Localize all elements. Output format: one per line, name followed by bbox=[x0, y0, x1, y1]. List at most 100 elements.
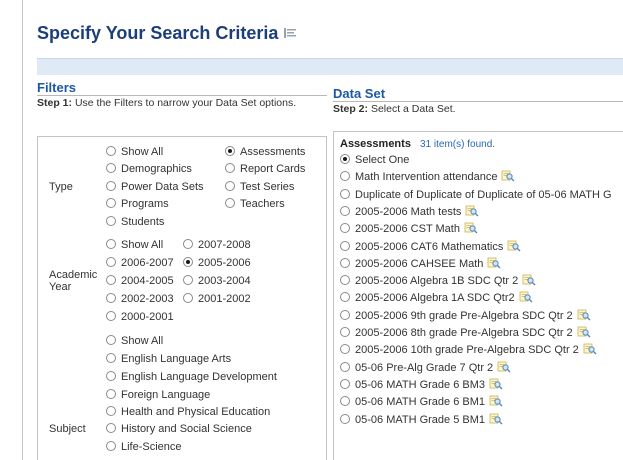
dataset-item[interactable]: 2005-2006 Algebra 1A SDC Qtr2 bbox=[340, 290, 533, 306]
radio-button[interactable] bbox=[106, 275, 116, 285]
radio-button[interactable] bbox=[340, 413, 350, 424]
radio-button[interactable] bbox=[106, 389, 116, 399]
radio-button[interactable] bbox=[106, 406, 116, 416]
dataset-item[interactable]: 2005-2006 CAT6 Mathematics bbox=[340, 239, 521, 255]
radio-button[interactable] bbox=[340, 309, 350, 320]
dataset-item[interactable]: 05-06 MATH Grade 6 BM1 bbox=[340, 394, 503, 410]
type-option-programs[interactable]: Programs bbox=[106, 198, 169, 210]
dataset-item[interactable]: 05-06 Pre-Alg Grade 7 Qtr 2 bbox=[340, 360, 511, 376]
type-option-demographics[interactable]: Demographics bbox=[106, 163, 192, 175]
radio-button[interactable] bbox=[225, 146, 235, 156]
magnifier-note-icon[interactable] bbox=[577, 326, 591, 338]
radio-button[interactable] bbox=[106, 146, 116, 156]
radio-button[interactable] bbox=[106, 353, 116, 363]
radio-button[interactable] bbox=[106, 216, 116, 226]
dataset-item[interactable]: 2005-2006 8th grade Pre-Algebra SDC Qtr … bbox=[340, 325, 591, 341]
radio-button[interactable] bbox=[340, 275, 350, 286]
radio-button[interactable] bbox=[106, 181, 116, 191]
radio-button[interactable] bbox=[106, 163, 116, 173]
magnifier-note-icon[interactable] bbox=[507, 240, 521, 252]
radio-button[interactable] bbox=[106, 441, 116, 451]
radio-button[interactable] bbox=[106, 423, 116, 433]
subject-option-foreign-language[interactable]: Foreign Language bbox=[106, 389, 210, 401]
year-option-2002-2003[interactable]: 2002-2003 bbox=[106, 293, 174, 305]
radio-button[interactable] bbox=[106, 198, 116, 208]
radio-button[interactable] bbox=[106, 335, 116, 345]
magnifier-note-icon[interactable] bbox=[522, 274, 536, 286]
magnifier-note-icon[interactable] bbox=[577, 309, 591, 321]
radio-button[interactable] bbox=[340, 223, 350, 234]
year-option-2001-2002[interactable]: 2001-2002 bbox=[183, 293, 251, 305]
type-option-report-cards[interactable]: Report Cards bbox=[225, 163, 305, 175]
dataset-item[interactable]: 2005-2006 CAHSEE Math bbox=[340, 256, 501, 272]
radio-button[interactable] bbox=[340, 205, 350, 216]
radio-button[interactable] bbox=[106, 371, 116, 381]
subject-option-show-all[interactable]: Show All bbox=[106, 335, 163, 347]
dataset-item-label: 2005-2006 CST Math bbox=[355, 223, 460, 236]
year-option-2007-2008[interactable]: 2007-2008 bbox=[183, 239, 251, 251]
dataset-item[interactable]: 2005-2006 Algebra 1B SDC Qtr 2 bbox=[340, 273, 536, 289]
year-option-2003-2004[interactable]: 2003-2004 bbox=[183, 275, 251, 287]
radio-button[interactable] bbox=[106, 239, 116, 249]
radio-button[interactable] bbox=[340, 171, 350, 182]
type-option-show-all[interactable]: Show All bbox=[106, 146, 163, 158]
dataset-item-label: 2005-2006 9th grade Pre-Algebra SDC Qtr … bbox=[355, 309, 573, 322]
radio-button[interactable] bbox=[225, 198, 235, 208]
dataset-item[interactable]: 05-06 MATH Grade 5 BM1 bbox=[340, 412, 503, 428]
magnifier-note-icon[interactable] bbox=[501, 170, 515, 182]
magnifier-note-icon[interactable] bbox=[465, 205, 479, 217]
radio-button[interactable] bbox=[340, 257, 350, 268]
radio-button[interactable] bbox=[183, 293, 193, 303]
type-option-students[interactable]: Students bbox=[106, 216, 164, 228]
year-option-2005-2006[interactable]: 2005-2006 bbox=[183, 257, 251, 269]
radio-button[interactable] bbox=[340, 188, 350, 199]
subject-option-english-language-arts[interactable]: English Language Arts bbox=[106, 353, 231, 365]
type-option-power-data-sets[interactable]: Power Data Sets bbox=[106, 181, 204, 193]
dataset-item[interactable]: Duplicate of Duplicate of Duplicate of 0… bbox=[340, 187, 612, 203]
dataset-item[interactable]: 2005-2006 10th grade Pre-Algebra SDC Qtr… bbox=[340, 342, 597, 358]
radio-button[interactable] bbox=[183, 239, 193, 249]
year-option-2000-2001[interactable]: 2000-2001 bbox=[106, 311, 174, 323]
dataset-item[interactable]: Math Intervention attendance bbox=[340, 169, 515, 185]
type-option-assessments[interactable]: Assessments bbox=[225, 146, 305, 158]
radio-button[interactable] bbox=[340, 344, 350, 355]
radio-button[interactable] bbox=[183, 275, 193, 285]
radio-button[interactable] bbox=[340, 361, 350, 372]
radio-button[interactable] bbox=[183, 257, 193, 267]
radio-button[interactable] bbox=[340, 327, 350, 337]
radio-button[interactable] bbox=[340, 154, 350, 164]
magnifier-note-icon[interactable] bbox=[487, 257, 501, 269]
magnifier-note-icon[interactable] bbox=[519, 291, 533, 303]
year-option-2004-2005[interactable]: 2004-2005 bbox=[106, 275, 174, 287]
radio-button[interactable] bbox=[225, 163, 235, 173]
subject-option-english-language-development[interactable]: English Language Development bbox=[106, 371, 277, 383]
radio-button[interactable] bbox=[340, 292, 350, 303]
radio-button[interactable] bbox=[340, 396, 350, 407]
radio-button[interactable] bbox=[340, 240, 350, 251]
year-option-show-all[interactable]: Show All bbox=[106, 239, 163, 251]
radio-button[interactable] bbox=[340, 378, 350, 389]
dataset-item[interactable]: 2005-2006 CST Math bbox=[340, 221, 478, 237]
dataset-item-label: 2005-2006 8th grade Pre-Algebra SDC Qtr … bbox=[355, 327, 573, 339]
dataset-item[interactable]: 2005-2006 Math tests bbox=[340, 204, 479, 220]
radio-button[interactable] bbox=[225, 181, 235, 191]
dataset-item[interactable]: 05-06 MATH Grade 6 BM3 bbox=[340, 377, 503, 393]
subject-option-life-science[interactable]: Life-Science bbox=[106, 441, 182, 453]
magnifier-note-icon[interactable] bbox=[489, 413, 503, 425]
dataset-item[interactable]: 2005-2006 9th grade Pre-Algebra SDC Qtr … bbox=[340, 308, 591, 324]
type-option-teachers[interactable]: Teachers bbox=[225, 198, 285, 210]
subject-option-health-and-physical-education[interactable]: Health and Physical Education bbox=[106, 406, 270, 418]
subject-option-history-and-social-science[interactable]: History and Social Science bbox=[106, 423, 252, 435]
magnifier-note-icon[interactable] bbox=[583, 343, 597, 355]
type-option-test-series[interactable]: Test Series bbox=[225, 181, 294, 193]
magnifier-note-icon[interactable] bbox=[497, 361, 511, 373]
magnifier-note-icon[interactable] bbox=[489, 378, 503, 390]
magnifier-note-icon[interactable] bbox=[464, 222, 478, 234]
radio-button[interactable] bbox=[106, 293, 116, 303]
radio-button[interactable] bbox=[106, 311, 116, 321]
dataset-item[interactable]: Select One bbox=[340, 152, 409, 168]
magnifier-note-icon[interactable] bbox=[489, 395, 503, 407]
collapse-toggle-icon[interactable] bbox=[284, 28, 298, 38]
year-option-2006-2007[interactable]: 2006-2007 bbox=[106, 257, 174, 269]
radio-button[interactable] bbox=[106, 257, 116, 267]
